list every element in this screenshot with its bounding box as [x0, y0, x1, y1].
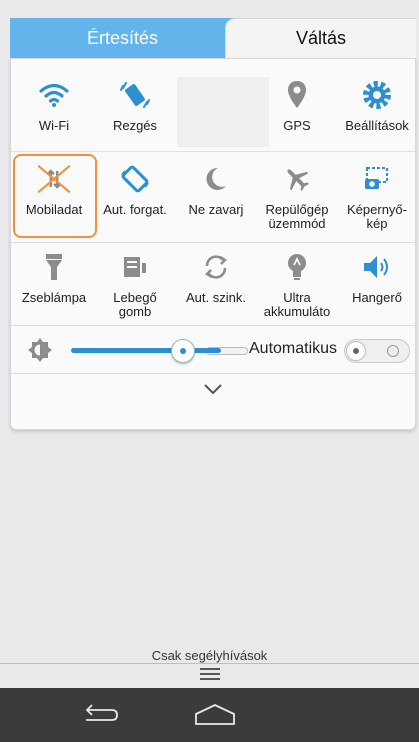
tile-vibrate-label: Rezgés	[112, 118, 158, 133]
tile-gps-label: GPS	[283, 118, 311, 133]
brightness-slider-thumb[interactable]	[171, 339, 195, 363]
floating-button-icon	[115, 247, 155, 287]
tile-screenshot[interactable]: Képernyő-kép	[337, 159, 417, 231]
tab-notifications[interactable]: Értesítés	[10, 18, 235, 58]
tile-settings-label: Beállítások	[345, 118, 409, 133]
tile-dnd[interactable]: Ne zavarj	[176, 159, 256, 217]
tab-switches-label: Váltás	[295, 28, 347, 48]
tile-volume[interactable]: Hangerő	[337, 247, 417, 305]
auto-brightness-label: Automatikus	[249, 340, 338, 357]
menu-handle-icon[interactable]	[200, 668, 220, 682]
tile-wifi-label: Wi-Fi	[38, 118, 70, 133]
tile-auto-rotate-label: Aut. forgat.	[103, 202, 167, 217]
wifi-icon	[34, 75, 74, 115]
airplane-label-line2: üzemmód	[268, 216, 326, 231]
tile-floating-button[interactable]: Lebegő gomb	[95, 247, 175, 319]
gps-icon	[277, 75, 317, 115]
flashlight-icon	[34, 247, 74, 287]
auto-rotate-icon	[115, 159, 155, 199]
tile-battery-saver[interactable]: Ultra akkumuláto	[257, 247, 337, 319]
screenshot-icon	[357, 159, 397, 199]
tab-switches[interactable]: Váltás	[225, 18, 416, 58]
airplane-icon	[277, 159, 317, 199]
brightness-icon	[27, 337, 53, 368]
tile-floating-button-label: Lebegő gomb	[113, 291, 156, 319]
chevron-down-icon[interactable]	[203, 382, 223, 400]
floating-label-line2: gomb	[118, 304, 152, 319]
volume-icon	[357, 247, 397, 287]
tile-settings[interactable]: Beállítások	[337, 75, 417, 133]
back-icon[interactable]	[80, 702, 120, 733]
sync-icon	[196, 247, 236, 287]
vibrate-icon	[115, 75, 155, 115]
tile-flashlight-label: Zseblámpa	[21, 290, 87, 305]
toggle-off-indicator	[387, 345, 399, 357]
tile-auto-sync[interactable]: Aut. szink.	[176, 247, 256, 305]
airplane-label-line1: Repülőgép	[265, 202, 329, 217]
tile-screenshot-label: Képernyő-kép	[347, 203, 407, 231]
row-divider	[11, 151, 415, 152]
ultra-label-line1: Ultra	[283, 290, 311, 305]
tile-wifi[interactable]: Wi-Fi	[14, 75, 94, 133]
tile-gps[interactable]: GPS	[257, 75, 337, 133]
settings-icon	[357, 75, 397, 115]
screenshot-label-line2: kép	[366, 216, 388, 231]
tile-auto-rotate[interactable]: Aut. forgat.	[95, 159, 175, 217]
selection-highlight	[13, 154, 97, 238]
moon-icon	[196, 159, 236, 199]
tile-airplane-label: Repülőgép üzemmód	[266, 203, 329, 231]
navigation-bar	[0, 688, 419, 742]
row-divider	[11, 373, 415, 374]
quick-settings-panel: Wi-Fi Rezgés GPS Beállítások Mobiladat A…	[10, 58, 416, 430]
screenshot-label-line1: Képernyő-	[347, 202, 407, 217]
toggle-knob	[346, 341, 366, 361]
emergency-calls-only-text: Csak segélyhívások	[151, 648, 268, 663]
tile-dnd-label: Ne zavarj	[188, 202, 244, 217]
floating-label-line1: Lebegő	[113, 290, 157, 305]
ultra-label-line2: akkumuláto	[263, 304, 331, 319]
empty-tile	[177, 77, 269, 147]
tab-bar: Értesítés Váltás	[10, 18, 416, 58]
tile-vibrate[interactable]: Rezgés	[95, 75, 175, 133]
tile-battery-saver-label: Ultra akkumuláto	[264, 291, 330, 319]
tile-volume-label: Hangerő	[352, 290, 402, 305]
brightness-row: Automatikus	[11, 327, 415, 373]
tile-auto-sync-label: Aut. szink.	[186, 290, 246, 305]
bottom-divider	[0, 663, 419, 664]
tile-flashlight[interactable]: Zseblámpa	[14, 247, 94, 305]
row-divider	[11, 325, 415, 326]
auto-brightness-toggle[interactable]	[344, 339, 410, 363]
battery-saver-icon	[277, 247, 317, 287]
tile-airplane[interactable]: Repülőgép üzemmód	[257, 159, 337, 231]
brightness-slider[interactable]	[71, 348, 221, 353]
home-icon[interactable]	[194, 702, 236, 733]
row-divider	[11, 242, 415, 243]
